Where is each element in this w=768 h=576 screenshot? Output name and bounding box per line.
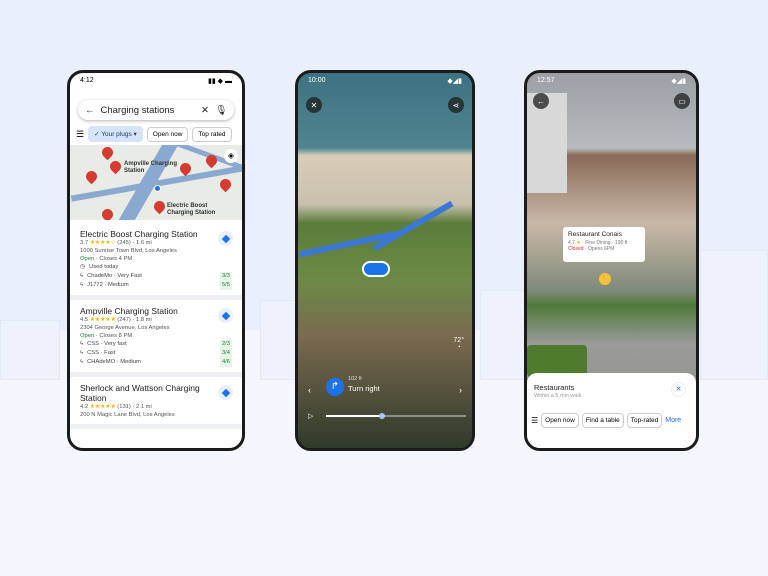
back-button[interactable]: ← — [533, 93, 549, 109]
filter-icon[interactable]: ☰ — [531, 416, 538, 425]
directions-icon — [221, 388, 230, 397]
clock: 10:00 — [308, 77, 326, 84]
weather[interactable]: 72° ◔ — [453, 337, 464, 351]
directions-button[interactable] — [218, 308, 233, 323]
result-name: Electric Boost Charging Station — [80, 229, 198, 239]
charging-pin[interactable] — [99, 206, 116, 220]
clear-icon[interactable]: ✕ — [201, 105, 209, 116]
bolt-icon: ϟ — [80, 341, 84, 347]
result-card[interactable]: Ampville Charging Station 4.5 ★★★★★ (247… — [70, 300, 242, 377]
route-arrow-icon — [362, 261, 390, 277]
charging-pin[interactable] — [107, 158, 124, 175]
clock-icon: ◷ — [80, 264, 86, 270]
signal-wifi-battery-icon: ◆◢▮ — [671, 78, 686, 85]
chip-top-rated[interactable]: Top rated — [192, 126, 232, 142]
result-card[interactable]: Electric Boost Charging Station 3.7 ★★★★… — [70, 223, 242, 300]
location-dot — [154, 185, 161, 192]
step-distance: 102 ft — [348, 376, 362, 382]
bolt-icon: ϟ — [80, 273, 84, 279]
directions-icon — [221, 311, 230, 320]
aerial-scene[interactable] — [298, 73, 472, 448]
prev-step-button[interactable]: ‹ — [308, 385, 311, 395]
filter-icon[interactable]: ☰ — [76, 129, 84, 140]
bg-building — [0, 320, 60, 380]
bg-building — [480, 290, 530, 380]
place-name: Restaurant Conais — [568, 231, 622, 238]
bolt-icon: ϟ — [80, 282, 84, 288]
result-name: Ampville Charging Station — [80, 306, 178, 316]
close-panel-button[interactable]: ✕ — [671, 382, 686, 397]
address: 200 N Magic Lane Blvd, Los Angeles — [80, 412, 175, 418]
scrubber-handle[interactable] — [379, 413, 385, 419]
address: 1000 Sunrise Town Blvd, Los Angeles — [80, 248, 177, 254]
map-label: Ampville Charging Station — [124, 161, 178, 174]
search-bar[interactable]: ← Charging stations ✕ 🎙 — [78, 100, 234, 120]
chip-open-now[interactable]: Open now — [541, 413, 579, 428]
chip-find-a-table[interactable]: Find a table — [581, 413, 624, 428]
directions-icon — [221, 234, 230, 243]
charging-pin[interactable] — [99, 145, 116, 161]
charging-pin[interactable] — [151, 198, 168, 215]
address: 2304 George Avenue, Los Angeles — [80, 325, 170, 331]
nearby-panel: Restaurants Within a 5 min walk ✕ ☰ Open… — [527, 373, 696, 448]
map[interactable]: Ampville Charging Station Electric Boost… — [70, 145, 242, 220]
chip-open-now[interactable]: Open now — [146, 126, 189, 142]
clock: 4:12 — [80, 77, 94, 84]
panel-title: Restaurants — [534, 383, 575, 392]
more-link[interactable]: More — [665, 417, 681, 424]
bg-building — [260, 300, 300, 380]
results-list: Electric Boost Charging Station 3.7 ★★★★… — [70, 223, 242, 429]
directions-button[interactable] — [218, 231, 233, 246]
place-callout[interactable]: Restaurant Conais 4.7 ★ · Fine Dining · … — [563, 227, 645, 262]
layers-icon[interactable]: ◈ — [224, 149, 238, 163]
next-step-button[interactable]: › — [459, 385, 462, 395]
chip-top-rated[interactable]: Top-rated — [626, 413, 663, 428]
feedback-button[interactable]: ▭ — [674, 93, 690, 109]
phone-immersive-view: 10:00 ◆◢▮ ✕ ⋖ 72° ◔ ‹ › ↱ 102 ft Turn righ… — [295, 70, 475, 451]
chip-your-plugs[interactable]: ✓ Your plugs ▾ — [88, 126, 143, 142]
bolt-icon: ϟ — [80, 359, 84, 365]
status-bar: 4:12 ▮▮ ◆ ▬ — [80, 77, 232, 85]
close-button[interactable]: ✕ — [306, 97, 322, 113]
charging-pin[interactable] — [83, 168, 100, 185]
play-button[interactable]: ▷ — [308, 412, 313, 420]
signal-wifi-battery-icon: ▮▮ ◆ ▬ — [208, 78, 232, 85]
signal-wifi-battery-icon: ◆◢▮ — [447, 78, 462, 85]
directions-button[interactable] — [218, 385, 233, 400]
clock: 12:57 — [537, 77, 555, 84]
search-input[interactable]: Charging stations — [101, 105, 195, 116]
map-label: Electric Boost Charging Station — [167, 203, 216, 216]
charging-pin[interactable] — [217, 176, 234, 193]
bg-building — [700, 250, 768, 380]
panel-subtitle: Within a 5 min walk — [534, 393, 582, 399]
step-instruction: Turn right — [348, 384, 380, 393]
share-button[interactable]: ⋖ — [448, 97, 464, 113]
back-arrow-icon[interactable]: ← — [85, 105, 95, 116]
bolt-icon: ϟ — [80, 350, 84, 356]
restaurant-marker-icon[interactable]: 🍴 — [599, 273, 611, 285]
time-of-day-icon: ◔ — [456, 344, 461, 351]
turn-right-icon: ↱ — [326, 378, 344, 396]
building — [527, 93, 567, 193]
phone-street-view: 12:57 ◆◢▮ ← ▭ Restaurant Conais 4.7 ★ · F… — [524, 70, 699, 451]
phone-charging-stations: 4:12 ▮▮ ◆ ▬ ← Charging stations ✕ 🎙 ☰ ✓ Y… — [67, 70, 245, 451]
result-name: Sherlock and Wattson Charging Station — [80, 383, 200, 403]
mic-icon[interactable]: 🎙 — [215, 105, 227, 116]
scrubber[interactable] — [326, 413, 466, 419]
result-card[interactable]: Sherlock and Wattson Charging Station 4.… — [70, 377, 242, 429]
